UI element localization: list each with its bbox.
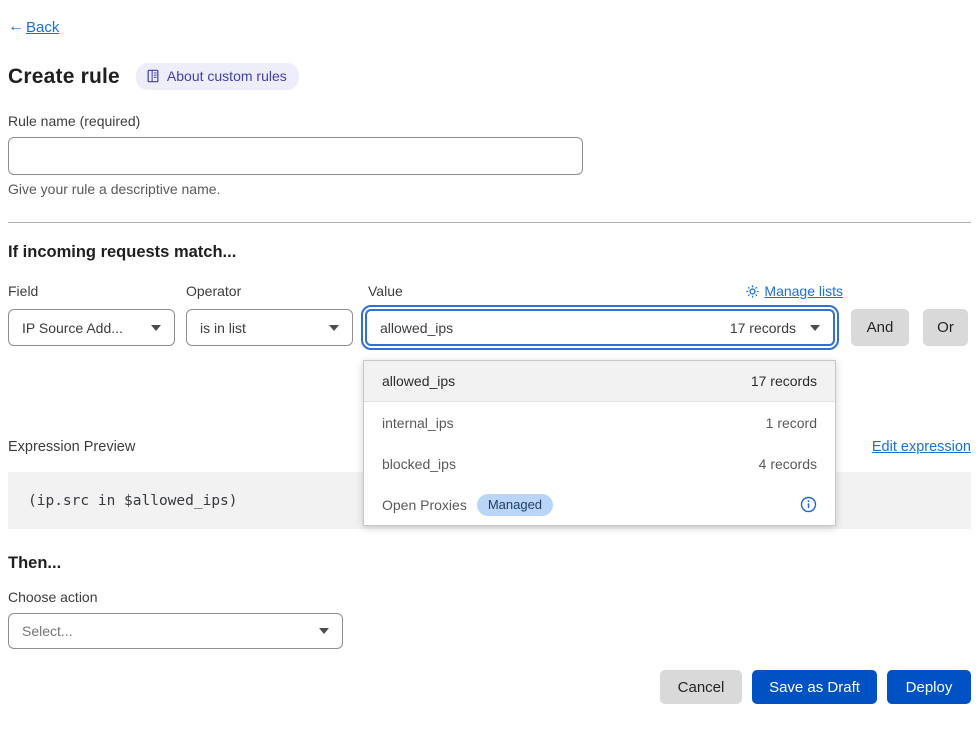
value-select-name: allowed_ips [380,320,453,336]
chevron-down-icon [151,325,161,331]
about-custom-rules-link[interactable]: About custom rules [136,63,299,90]
cancel-button[interactable]: Cancel [660,670,742,704]
manage-lists-label: Manage lists [764,283,843,299]
value-select-meta: 17 records [730,320,796,336]
field-label: Field [8,283,186,299]
list-option-name: Open Proxies [382,497,467,513]
chevron-down-icon [810,325,820,331]
page-title: Create rule [8,65,120,89]
action-select-placeholder: Select... [22,623,73,639]
value-select-dropdown: allowed_ips 17 records internal_ips 1 re… [363,360,836,526]
managed-badge: Managed [477,494,553,516]
edit-expression-link[interactable]: Edit expression [872,439,971,455]
list-option-blocked-ips[interactable]: blocked_ips 4 records [364,443,835,484]
list-option-meta: 17 records [751,373,817,389]
match-section-heading: If incoming requests match... [8,243,971,262]
back-arrow-icon: ← [8,18,24,36]
operator-label: Operator [186,283,365,299]
then-section-heading: Then... [8,554,971,573]
chevron-down-icon [329,325,339,331]
list-option-internal-ips[interactable]: internal_ips 1 record [364,402,835,443]
field-select[interactable]: IP Source Add... [8,309,175,346]
list-option-open-proxies[interactable]: Open Proxies Managed [364,484,835,525]
and-button[interactable]: And [851,309,909,346]
gear-icon [746,285,759,298]
about-custom-rules-label: About custom rules [167,68,287,84]
list-option-meta: 4 records [759,456,817,472]
operator-select[interactable]: is in list [186,309,353,346]
list-option-name: allowed_ips [382,373,455,389]
expression-preview-label: Expression Preview [8,439,135,455]
section-divider [8,222,971,223]
back-link-label: Back [26,19,59,36]
list-option-name: blocked_ips [382,456,456,472]
value-select[interactable]: allowed_ips 17 records [365,309,835,346]
choose-action-label: Choose action [8,589,971,605]
deploy-button[interactable]: Deploy [887,670,971,704]
back-link[interactable]: ←Back [8,18,59,36]
rule-name-helper: Give your rule a descriptive name. [8,181,971,197]
value-label: Value [368,283,403,299]
manage-lists-link[interactable]: Manage lists [746,283,843,299]
list-option-meta: 1 record [766,415,817,431]
save-as-draft-button[interactable]: Save as Draft [752,670,877,704]
rule-name-input[interactable] [8,137,583,175]
field-select-value: IP Source Add... [22,320,123,336]
info-icon[interactable] [800,496,817,513]
or-button[interactable]: Or [923,309,968,346]
list-option-allowed-ips[interactable]: allowed_ips 17 records [364,361,835,402]
action-select[interactable]: Select... [8,613,343,649]
rule-name-label: Rule name (required) [8,113,971,129]
operator-select-value: is in list [200,320,246,336]
list-option-name: internal_ips [382,415,454,431]
book-icon [146,69,160,83]
chevron-down-icon [319,628,329,634]
expression-code: (ip.src in $allowed_ips) [28,493,238,509]
create-rule-page: ←Back Create rule About custom rules Rul… [0,0,979,704]
